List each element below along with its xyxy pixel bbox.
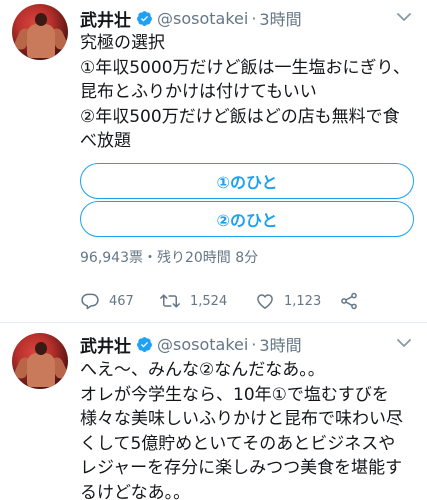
avatar[interactable] [12, 4, 68, 60]
avatar-figure-body [27, 24, 55, 58]
like-count: 1,123 [284, 293, 322, 309]
author-handle[interactable]: @sosotakei [157, 335, 248, 354]
separator-dot: · [251, 334, 257, 354]
share-icon [339, 291, 359, 311]
tweet-text-line: るけどなあ。。 [80, 482, 191, 500]
author-name[interactable]: 武井壮 [80, 6, 131, 31]
tweet-text-line: くして5億貯めといてそのあとビジネスや [80, 433, 396, 454]
separator-dot: · [251, 8, 257, 28]
avatar-figure-body [27, 353, 55, 387]
tweet[interactable]: 武井壮 @sosotakei · 3時間 究極の選択 ①年収5000万だけど飯は… [0, 0, 427, 323]
reply-count: 467 [109, 293, 134, 309]
poll-option-1-button[interactable]: ①のひと [80, 163, 414, 199]
tweet-text-line: へえ〜、みんな②なんだなあ。。 [80, 360, 325, 380]
timestamp[interactable]: 3時間 [259, 332, 301, 356]
timestamp[interactable]: 3時間 [259, 6, 301, 30]
verified-badge-icon [136, 336, 153, 353]
retweet-button[interactable]: 1,524 [159, 290, 227, 312]
retweet-count: 1,524 [190, 293, 228, 309]
author-handle[interactable]: @sosotakei [157, 9, 248, 28]
avatar[interactable] [12, 333, 68, 389]
poll-meta: 96,943票・残り20時間 8分 [80, 250, 259, 266]
retweet-icon [159, 291, 181, 311]
tweet-actions: 467 1,524 1,123 [80, 290, 380, 312]
poll-option-2-button[interactable]: ②のひと [80, 201, 414, 237]
reply-button[interactable]: 467 [80, 290, 134, 312]
avatar-figure-head [35, 13, 47, 26]
verified-badge-icon [136, 10, 153, 27]
tweet-text-line: 究極の選択 [80, 33, 165, 53]
tweet-text: 究極の選択 ①年収5000万だけど飯は一生塩おにぎり、 昆布とふりかけは付けても… [80, 31, 420, 154]
author-name[interactable]: 武井壮 [80, 332, 131, 357]
like-button[interactable]: 1,123 [255, 290, 321, 312]
tweet-text-line: ①年収5000万だけど飯は一生塩おにぎり、 [80, 57, 410, 78]
tweet-text-line: オレが今学生なら、10年①で塩むすびを [80, 384, 389, 405]
tweet-text-line: レジャーを存分に楽しみつつ美食を堪能す [80, 458, 403, 478]
like-icon [255, 291, 275, 311]
tweet-text-line: べ放題 [80, 131, 131, 151]
tweet-text-line: 昆布とふりかけは付けてもいい [80, 82, 317, 102]
tweet[interactable]: 武井壮 @sosotakei · 3時間 へえ〜、みんな②なんだなあ。。 オレが… [0, 324, 427, 500]
chevron-down-icon[interactable] [395, 8, 413, 26]
tweet-text: へえ〜、みんな②なんだなあ。。 オレが今学生なら、10年①で塩むすびを 様々な美… [80, 358, 420, 500]
tweet-header: 武井壮 @sosotakei · 3時間 [80, 6, 302, 31]
tweet-text-line: ②年収500万だけど飯はどの店も無料で食 [80, 106, 400, 127]
reply-icon [80, 291, 100, 311]
share-button[interactable] [339, 290, 359, 312]
avatar-figure-head [35, 342, 47, 355]
chevron-down-icon[interactable] [395, 334, 413, 352]
tweet-header: 武井壮 @sosotakei · 3時間 [80, 332, 302, 357]
tweet-text-line: 様々な美味しいふりかけと昆布で味わい尽 [80, 409, 403, 429]
